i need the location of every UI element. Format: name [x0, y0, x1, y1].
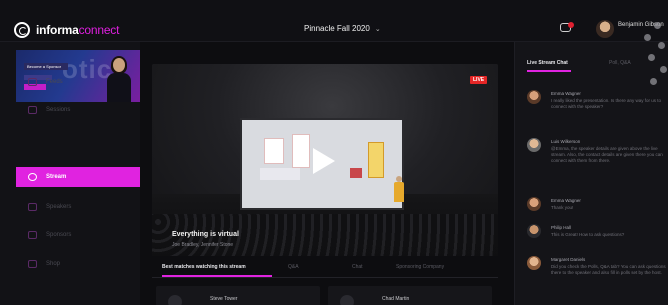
avatar [527, 90, 541, 104]
sidebar-item-stream[interactable]: Stream [16, 167, 140, 187]
play-icon[interactable] [313, 148, 335, 174]
banner-title: Become a Sponsor [24, 63, 68, 70]
live-badge: LIVE [470, 76, 488, 84]
message-author: Emma Wagner [551, 198, 581, 203]
chat-notification-icon[interactable] [560, 22, 574, 34]
sidebar-item-label: Sponsors [46, 232, 72, 238]
user-avatar[interactable] [596, 20, 614, 38]
match-card[interactable]: Chad Martin [328, 286, 492, 305]
logo-text: informaconnect [36, 23, 120, 37]
stream-tabs: Best matches watching this stream Q&A Ch… [152, 264, 498, 278]
active-tab-indicator [527, 70, 571, 72]
sidebar-item-label: Speakers [46, 204, 72, 210]
avatar [527, 138, 541, 152]
sponsor-icon [28, 231, 37, 239]
logo-icon [14, 22, 30, 38]
match-name: Steve Tower [210, 296, 238, 302]
sidebar-item-shop[interactable]: Shop [16, 254, 140, 274]
message-text: Thank you! [551, 205, 574, 210]
app-logo[interactable]: informaconnect [14, 22, 119, 38]
video-title: Everything is virtual [172, 231, 239, 238]
sidebar-item-sponsors[interactable]: Sponsors [16, 225, 140, 245]
avatar [168, 295, 182, 305]
message-author: Margaret Daniels [551, 257, 586, 262]
message-author: Emma Wagner [551, 91, 581, 96]
main-content: LIVE Everything is virtual Joe Bradley, … [152, 58, 498, 305]
event-name: Pinnacle Fall 2020 [304, 24, 370, 33]
sidebar-item-sessions[interactable]: Sessions [16, 100, 140, 120]
match-cards: Steve Tower Chad Martin [152, 286, 498, 305]
event-selector[interactable]: Pinnacle Fall 2020 ⌄ [304, 24, 381, 33]
video-speakers: Joe Bradley, Jennifer Stone [172, 242, 234, 248]
sidebar-item-label: Shop [46, 261, 61, 267]
tab-live-stream-chat[interactable]: Live Stream Chat [527, 60, 568, 66]
message-text: @Emma, the speaker details are given abo… [551, 146, 663, 163]
message-text: I really liked the presentation. Is ther… [551, 98, 662, 109]
tab-qa[interactable]: Q&A [288, 264, 299, 270]
sidebar-item-feeds[interactable]: Feeds [16, 72, 140, 92]
avatar [340, 295, 354, 305]
decorative-dots [640, 22, 668, 92]
speaker-icon [28, 203, 37, 211]
sidebar-item-label: Sessions [46, 107, 71, 113]
message-author: Philip Hall [551, 225, 572, 230]
tab-chat[interactable]: Chat [352, 264, 363, 270]
tab-poll-qa[interactable]: Poll, Q&A [609, 60, 631, 66]
top-bar: informaconnect Pinnacle Fall 2020 ⌄ Benj… [0, 0, 668, 42]
shop-icon [28, 260, 37, 268]
message-author: Luis Wilkerson [551, 139, 581, 144]
match-name: Chad Martin [382, 296, 410, 302]
sidebar-item-label: Feeds [46, 79, 63, 85]
avatar [527, 197, 541, 211]
presenter-figure [394, 176, 404, 202]
logo-accent: connect [78, 23, 120, 37]
chevron-down-icon: ⌄ [374, 25, 381, 33]
notification-dot [568, 22, 574, 28]
sidebar-item-speakers[interactable]: Speakers [16, 197, 140, 217]
feed-icon [28, 78, 37, 86]
sidebar-item-label: Stream [46, 174, 67, 180]
message-text: This is Great! How to ask questions? [551, 232, 625, 237]
match-card[interactable]: Steve Tower [156, 286, 320, 305]
video-player[interactable]: LIVE Everything is virtual Joe Bradley, … [152, 64, 498, 256]
avatar [527, 224, 541, 238]
stream-icon [28, 173, 37, 181]
calendar-icon [28, 106, 37, 114]
avatar [527, 256, 541, 270]
tab-sponsoring-company[interactable]: Sponsoring Company [396, 264, 444, 270]
active-tab-indicator [162, 275, 272, 277]
tab-best-matches[interactable]: Best matches watching this stream [162, 264, 246, 270]
message-text: Did you check the Polls, Q&A tab? You ca… [551, 264, 666, 275]
